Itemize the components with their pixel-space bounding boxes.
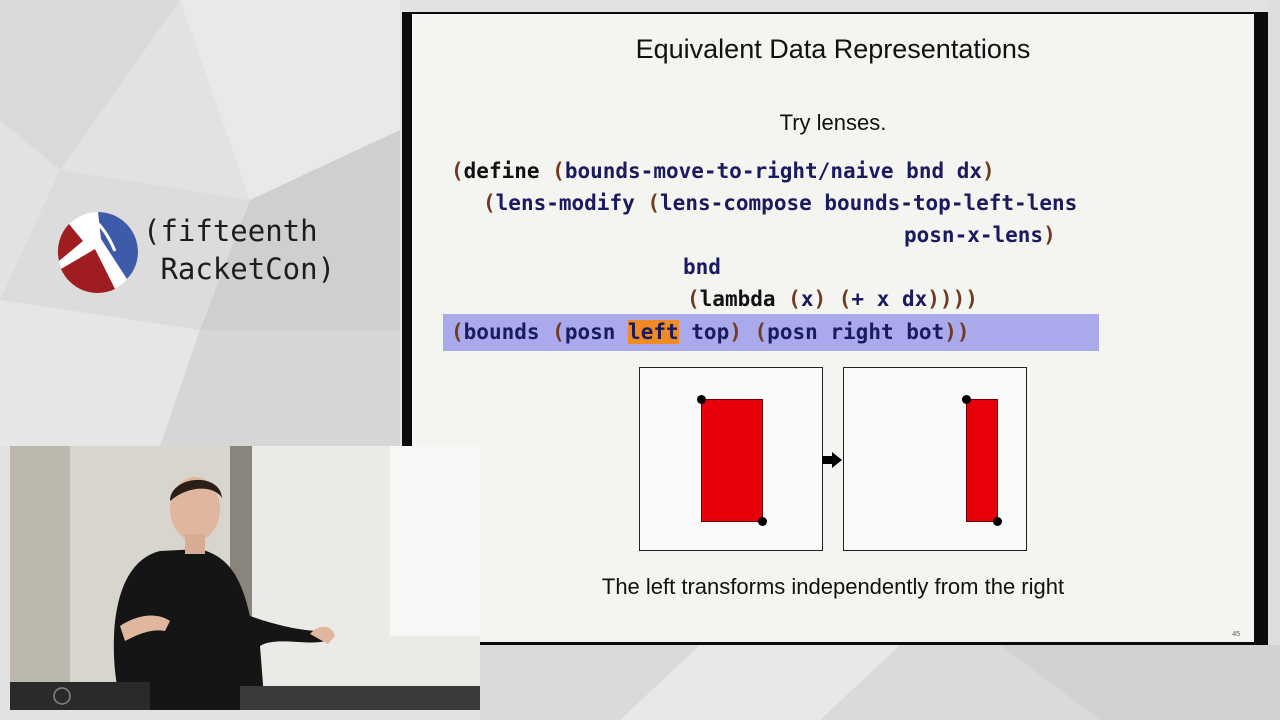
rect-after bbox=[966, 399, 998, 522]
slide-subtitle: Try lenses. bbox=[779, 110, 887, 135]
bottom-right-dot bbox=[993, 517, 1002, 526]
racket-logo-icon bbox=[57, 212, 138, 293]
diagram-before bbox=[639, 367, 823, 551]
arrow-right-icon bbox=[822, 452, 842, 468]
speaker-video bbox=[10, 446, 480, 710]
top-left-dot bbox=[697, 395, 706, 404]
code-line-4: bnd bbox=[683, 255, 721, 279]
page-number: 45 bbox=[1232, 631, 1240, 638]
conference-name: (fifteenth RacketCon) bbox=[143, 212, 335, 288]
code-line-1: (define (bounds-move-to-right/naive bnd … bbox=[451, 159, 995, 183]
code-line-6: (bounds (posn left top) (posn right bot)… bbox=[451, 320, 970, 344]
highlighted-left: left bbox=[628, 320, 679, 344]
rect-before bbox=[701, 399, 763, 522]
slide: Equivalent Data Representations Try lens… bbox=[412, 14, 1254, 642]
diagram-after bbox=[843, 367, 1027, 551]
code-line-5: (lambda (x) (+ x dx)))) bbox=[687, 287, 978, 311]
code-line-2: (lens-modify (lens-compose bounds-top-le… bbox=[483, 191, 1078, 215]
top-left-dot bbox=[962, 395, 971, 404]
slide-caption: The left transforms independently from t… bbox=[601, 574, 1065, 599]
conference-name-line2: RacketCon) bbox=[160, 252, 336, 286]
speaker-scene bbox=[10, 446, 480, 710]
bottom-right-dot bbox=[758, 517, 767, 526]
slide-title: Equivalent Data Representations bbox=[635, 34, 1031, 64]
conference-name-line1: (fifteenth bbox=[143, 214, 318, 248]
code-line-3: posn-x-lens) bbox=[904, 223, 1056, 247]
